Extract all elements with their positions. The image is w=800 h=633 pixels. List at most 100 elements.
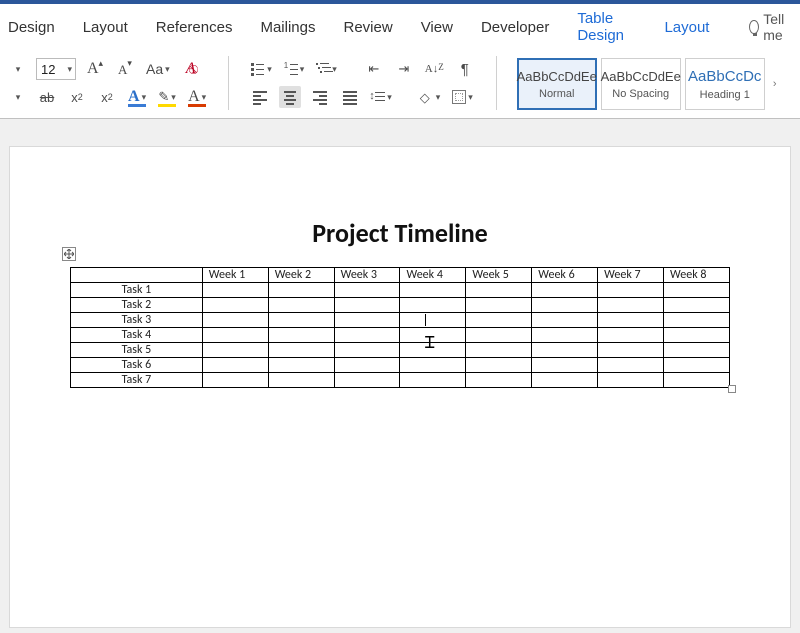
data-cell[interactable] [268,358,334,373]
align-left-button[interactable] [249,86,271,108]
data-cell[interactable] [664,373,730,388]
data-cell[interactable] [664,298,730,313]
font-color-button[interactable]: A▾ [186,86,208,108]
data-cell[interactable] [400,358,466,373]
shading-button[interactable]: ▾ [418,86,443,108]
tab-developer[interactable]: Developer [481,19,549,36]
table-resize-handle[interactable] [728,385,736,393]
data-cell[interactable] [334,343,400,358]
data-cell[interactable] [664,343,730,358]
sort-button[interactable]: A↓Z [423,58,446,80]
data-cell[interactable] [466,343,532,358]
data-cell[interactable] [202,343,268,358]
tab-review[interactable]: Review [344,19,393,36]
table-header-row[interactable]: Week 1 Week 2 Week 3 Week 4 Week 5 Week … [71,268,730,283]
bullets-button[interactable]: ▾ [249,58,274,80]
data-cell[interactable] [598,298,664,313]
tab-table-layout[interactable]: Layout [664,19,709,36]
header-cell[interactable]: Week 8 [664,268,730,283]
task-cell[interactable]: Task 2 [71,298,203,313]
data-cell[interactable] [598,373,664,388]
data-cell[interactable] [268,373,334,388]
increase-indent-button[interactable]: ⇥ [393,58,415,80]
task-cell[interactable]: Task 3 [71,313,203,328]
highlight-button[interactable]: ✎▾ [156,86,178,108]
task-cell[interactable]: Task 1 [71,283,203,298]
tab-layout[interactable]: Layout [83,19,128,36]
clear-formatting-button[interactable]: A⃠ [180,58,202,80]
data-cell[interactable] [664,328,730,343]
tab-design[interactable]: Design [8,19,55,36]
font-size-input[interactable]: 12 ▾ [36,58,76,80]
data-cell[interactable] [532,343,598,358]
data-cell[interactable] [664,283,730,298]
data-cell[interactable] [598,283,664,298]
borders-button[interactable]: ▾ [450,86,475,108]
show-hide-button[interactable]: ¶ [454,58,476,80]
tab-mailings[interactable]: Mailings [260,19,315,36]
data-cell[interactable] [334,313,400,328]
data-cell[interactable] [334,328,400,343]
table-row[interactable]: Task 3 [71,313,730,328]
data-cell[interactable] [664,358,730,373]
data-cell[interactable] [466,313,532,328]
styles-more-button[interactable]: › [769,58,781,110]
table-row[interactable]: Task 7 [71,373,730,388]
data-cell[interactable] [202,313,268,328]
font-name-dd-icon[interactable]: ▾ [6,58,28,80]
multilevel-list-button[interactable]: ▾ [314,58,339,80]
shrink-font-button[interactable]: A▾ [114,58,136,80]
task-cell[interactable]: Task 4 [71,328,203,343]
data-cell[interactable] [466,298,532,313]
data-cell[interactable] [202,373,268,388]
align-right-button[interactable] [309,86,331,108]
header-cell[interactable]: Week 2 [268,268,334,283]
tab-references[interactable]: References [156,19,233,36]
data-cell[interactable] [466,358,532,373]
data-cell[interactable] [466,283,532,298]
table-row[interactable]: Task 2 [71,298,730,313]
decrease-indent-button[interactable]: ⇤ [363,58,385,80]
data-cell[interactable] [202,358,268,373]
data-cell[interactable] [664,313,730,328]
data-cell[interactable] [598,313,664,328]
data-cell[interactable] [532,358,598,373]
header-cell[interactable]: Week 1 [202,268,268,283]
data-cell[interactable] [400,373,466,388]
data-cell[interactable] [268,328,334,343]
header-cell[interactable]: Week 3 [334,268,400,283]
table-row[interactable]: Task 6 [71,358,730,373]
style-normal[interactable]: AaBbCcDdEe Normal [517,58,597,110]
data-cell[interactable] [598,328,664,343]
table-move-handle[interactable] [62,247,76,261]
data-cell[interactable] [268,283,334,298]
data-cell[interactable] [334,283,400,298]
data-cell[interactable] [400,328,466,343]
table-row[interactable]: Task 1 [71,283,730,298]
style-heading-1[interactable]: AaBbCcDc Heading 1 [685,58,765,110]
data-cell[interactable] [202,283,268,298]
header-cell[interactable]: Week 7 [598,268,664,283]
grow-font-button[interactable]: A▴ [84,58,106,80]
style-no-spacing[interactable]: AaBbCcDdEe No Spacing [601,58,681,110]
data-cell[interactable] [532,328,598,343]
task-cell[interactable]: Task 5 [71,343,203,358]
data-cell[interactable] [532,313,598,328]
data-cell[interactable] [532,373,598,388]
align-center-button[interactable] [279,86,301,108]
line-spacing-button[interactable]: ▾ [369,86,394,108]
data-cell[interactable] [532,283,598,298]
timeline-table[interactable]: Week 1 Week 2 Week 3 Week 4 Week 5 Week … [70,267,730,388]
header-cell[interactable]: Week 6 [532,268,598,283]
data-cell[interactable] [334,298,400,313]
document-title[interactable]: Project Timeline [70,217,730,249]
change-case-button[interactable]: Aa▾ [144,58,172,80]
subscript-button[interactable]: x2 [66,86,88,108]
data-cell[interactable] [466,373,532,388]
numbering-button[interactable]: ▾ [282,58,307,80]
data-cell[interactable] [202,298,268,313]
data-cell[interactable] [334,358,400,373]
tab-view[interactable]: View [421,19,453,36]
task-cell[interactable]: Task 7 [71,373,203,388]
superscript-button[interactable]: x2 [96,86,118,108]
